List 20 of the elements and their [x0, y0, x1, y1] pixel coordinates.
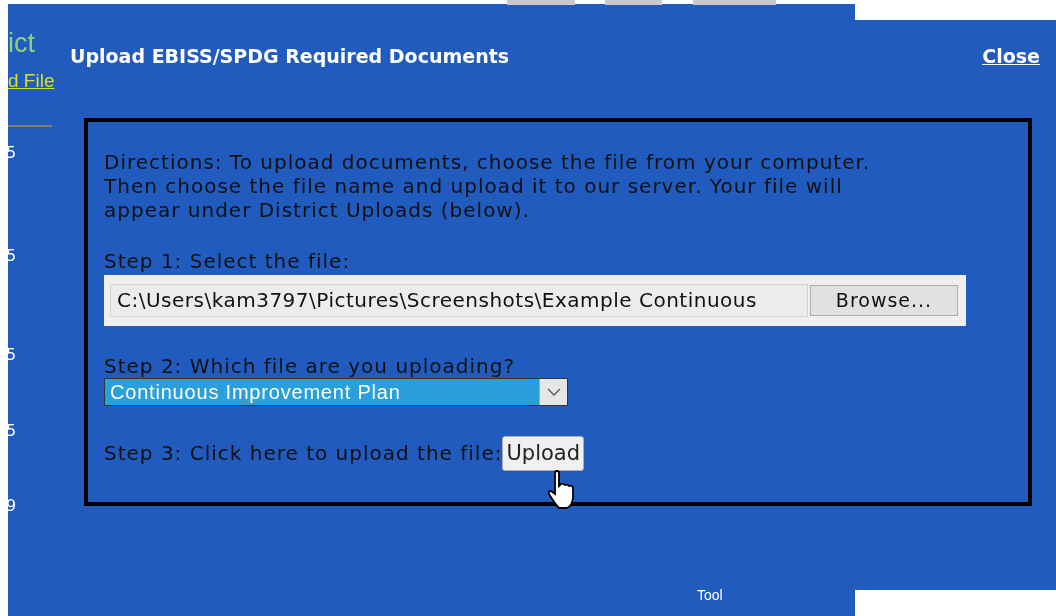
button-edge — [605, 0, 662, 5]
page-number: 5 — [6, 248, 17, 264]
file-picker[interactable]: C:\Users\kam3797\Pictures\Screenshots\Example Continuous Browse... — [104, 274, 966, 326]
button-edge — [507, 0, 575, 5]
page-number: 5 — [6, 347, 17, 363]
page-number: 5 — [6, 145, 17, 161]
close-link[interactable]: Close — [982, 42, 1040, 71]
directions-text: Directions: To upload documents, choose the file from your computer. Then choose the file name and upload it to our server. Your file will appear under District Uploads (below). — [104, 149, 872, 222]
step-label: Step 2: Which file are you uploading? — [104, 353, 517, 378]
caret-icon — [546, 387, 561, 396]
page-link[interactable]: d File — [8, 71, 55, 90]
dialog-title: Upload EBISS/SPDG Required Documents — [70, 44, 510, 69]
browse-button[interactable]: Browse... — [810, 284, 958, 316]
step-label: Step 3: Click here to upload the file: — [104, 441, 503, 465]
file-path-field[interactable]: C:\Users\kam3797\Pictures\Screenshots\Example Continuous — [110, 283, 808, 317]
page-footer-text: Tool — [697, 588, 723, 602]
page-heading-fragment: ict — [8, 30, 35, 57]
step-label: Step 1: Select the file: — [104, 248, 352, 273]
page-number: 5 — [6, 423, 17, 439]
upload-button[interactable]: Upload — [502, 435, 585, 471]
